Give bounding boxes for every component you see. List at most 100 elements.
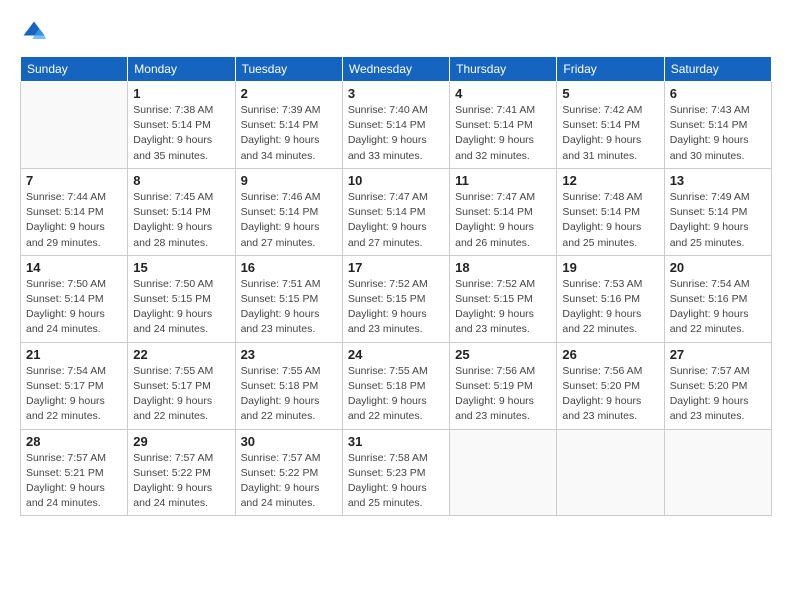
day-cell-13: 13 Sunrise: 7:49 AMSunset: 5:14 PMDayligh… — [664, 168, 771, 255]
day-number: 9 — [241, 173, 337, 188]
day-info: Sunrise: 7:57 AMSunset: 5:22 PMDaylight:… — [133, 451, 229, 512]
empty-cell — [557, 429, 664, 516]
day-number: 5 — [562, 86, 658, 101]
day-info: Sunrise: 7:42 AMSunset: 5:14 PMDaylight:… — [562, 103, 658, 164]
day-info: Sunrise: 7:56 AMSunset: 5:20 PMDaylight:… — [562, 364, 658, 425]
day-number: 27 — [670, 347, 766, 362]
day-cell-15: 15Sunrise: 7:50 AMSunset: 5:15 PMDayligh… — [128, 255, 235, 342]
header — [20, 18, 772, 46]
day-cell-18: 18Sunrise: 7:52 AMSunset: 5:15 PMDayligh… — [450, 255, 557, 342]
day-number: 8 — [133, 173, 229, 188]
day-number: 28 — [26, 434, 122, 449]
day-info: Sunrise: 7:57 AMSunset: 5:20 PMDaylight:… — [670, 364, 766, 425]
day-cell-25: 25 Sunrise: 7:56 AMSunset: 5:19 PMDayligh… — [450, 342, 557, 429]
day-number: 13 — [670, 173, 766, 188]
day-number: 26 — [562, 347, 658, 362]
day-number: 6 — [670, 86, 766, 101]
day-number: 1 — [133, 86, 229, 101]
weekday-header-thursday: Thursday — [450, 57, 557, 82]
day-info: Sunrise: 7:58 AMSunset: 5:23 PMDaylight:… — [348, 451, 444, 512]
day-info: Sunrise: 7:46 AMSunset: 5:14 PMDaylight:… — [241, 190, 337, 251]
day-info: Sunrise: 7:56 AMSunset: 5:19 PMDaylight:… — [455, 364, 551, 425]
day-number: 11 — [455, 173, 551, 188]
day-cell-29: 29Sunrise: 7:57 AMSunset: 5:22 PMDayligh… — [128, 429, 235, 516]
day-number: 2 — [241, 86, 337, 101]
weekday-header-wednesday: Wednesday — [342, 57, 449, 82]
day-info: Sunrise: 7:54 AMSunset: 5:17 PMDaylight:… — [26, 364, 122, 425]
day-cell-27: 27 Sunrise: 7:57 AMSunset: 5:20 PMDayligh… — [664, 342, 771, 429]
day-number: 31 — [348, 434, 444, 449]
weekday-header-tuesday: Tuesday — [235, 57, 342, 82]
day-info: Sunrise: 7:52 AMSunset: 5:15 PMDaylight:… — [455, 277, 551, 338]
day-number: 21 — [26, 347, 122, 362]
day-info: Sunrise: 7:51 AMSunset: 5:15 PMDaylight:… — [241, 277, 337, 338]
day-number: 12 — [562, 173, 658, 188]
day-number: 15 — [133, 260, 229, 275]
day-cell-28: 28 Sunrise: 7:57 AMSunset: 5:21 PMDayligh… — [21, 429, 128, 516]
day-number: 7 — [26, 173, 122, 188]
day-cell-16: 16 Sunrise: 7:51 AMSunset: 5:15 PMDayligh… — [235, 255, 342, 342]
day-info: Sunrise: 7:49 AMSunset: 5:14 PMDaylight:… — [670, 190, 766, 251]
day-cell-3: 3 Sunrise: 7:40 AMSunset: 5:14 PMDaylight… — [342, 82, 449, 169]
day-cell-1: 1 Sunrise: 7:38 AMSunset: 5:14 PMDaylight… — [128, 82, 235, 169]
day-cell-26: 26 Sunrise: 7:56 AMSunset: 5:20 PMDayligh… — [557, 342, 664, 429]
day-info: Sunrise: 7:48 AMSunset: 5:14 PMDaylight:… — [562, 190, 658, 251]
day-info: Sunrise: 7:40 AMSunset: 5:14 PMDaylight:… — [348, 103, 444, 164]
day-cell-20: 20 Sunrise: 7:54 AMSunset: 5:16 PMDayligh… — [664, 255, 771, 342]
weekday-header-friday: Friday — [557, 57, 664, 82]
empty-cell — [664, 429, 771, 516]
day-info: Sunrise: 7:39 AMSunset: 5:14 PMDaylight:… — [241, 103, 337, 164]
logo — [20, 18, 52, 46]
day-info: Sunrise: 7:41 AMSunset: 5:14 PMDaylight:… — [455, 103, 551, 164]
day-info: Sunrise: 7:54 AMSunset: 5:16 PMDaylight:… — [670, 277, 766, 338]
day-number: 20 — [670, 260, 766, 275]
weekday-header-monday: Monday — [128, 57, 235, 82]
empty-cell — [21, 82, 128, 169]
day-cell-12: 12 Sunrise: 7:48 AMSunset: 5:14 PMDayligh… — [557, 168, 664, 255]
day-cell-2: 2 Sunrise: 7:39 AMSunset: 5:14 PMDaylight… — [235, 82, 342, 169]
day-cell-17: 17 Sunrise: 7:52 AMSunset: 5:15 PMDayligh… — [342, 255, 449, 342]
day-number: 22 — [133, 347, 229, 362]
day-info: Sunrise: 7:55 AMSunset: 5:17 PMDaylight:… — [133, 364, 229, 425]
day-cell-30: 30Sunrise: 7:57 AMSunset: 5:22 PMDayligh… — [235, 429, 342, 516]
day-info: Sunrise: 7:47 AMSunset: 5:14 PMDaylight:… — [348, 190, 444, 251]
day-cell-19: 19 Sunrise: 7:53 AMSunset: 5:16 PMDayligh… — [557, 255, 664, 342]
day-number: 10 — [348, 173, 444, 188]
day-info: Sunrise: 7:53 AMSunset: 5:16 PMDaylight:… — [562, 277, 658, 338]
day-number: 25 — [455, 347, 551, 362]
day-info: Sunrise: 7:47 AMSunset: 5:14 PMDaylight:… — [455, 190, 551, 251]
day-cell-22: 22 Sunrise: 7:55 AMSunset: 5:17 PMDayligh… — [128, 342, 235, 429]
day-info: Sunrise: 7:50 AMSunset: 5:14 PMDaylight:… — [26, 277, 122, 338]
day-cell-23: 23 Sunrise: 7:55 AMSunset: 5:18 PMDayligh… — [235, 342, 342, 429]
day-cell-10: 10 Sunrise: 7:47 AMSunset: 5:14 PMDayligh… — [342, 168, 449, 255]
day-info: Sunrise: 7:57 AMSunset: 5:21 PMDaylight:… — [26, 451, 122, 512]
weekday-header-row: SundayMondayTuesdayWednesdayThursdayFrid… — [21, 57, 772, 82]
week-row-5: 28 Sunrise: 7:57 AMSunset: 5:21 PMDayligh… — [21, 429, 772, 516]
day-cell-4: 4 Sunrise: 7:41 AMSunset: 5:14 PMDaylight… — [450, 82, 557, 169]
day-info: Sunrise: 7:55 AMSunset: 5:18 PMDaylight:… — [241, 364, 337, 425]
day-number: 17 — [348, 260, 444, 275]
day-number: 3 — [348, 86, 444, 101]
day-info: Sunrise: 7:38 AMSunset: 5:14 PMDaylight:… — [133, 103, 229, 164]
day-number: 24 — [348, 347, 444, 362]
day-info: Sunrise: 7:52 AMSunset: 5:15 PMDaylight:… — [348, 277, 444, 338]
logo-icon — [20, 18, 48, 46]
week-row-3: 14Sunrise: 7:50 AMSunset: 5:14 PMDayligh… — [21, 255, 772, 342]
day-cell-21: 21 Sunrise: 7:54 AMSunset: 5:17 PMDayligh… — [21, 342, 128, 429]
day-cell-14: 14Sunrise: 7:50 AMSunset: 5:14 PMDayligh… — [21, 255, 128, 342]
day-cell-9: 9 Sunrise: 7:46 AMSunset: 5:14 PMDaylight… — [235, 168, 342, 255]
calendar-table: SundayMondayTuesdayWednesdayThursdayFrid… — [20, 56, 772, 516]
day-number: 4 — [455, 86, 551, 101]
day-number: 16 — [241, 260, 337, 275]
day-number: 19 — [562, 260, 658, 275]
weekday-header-sunday: Sunday — [21, 57, 128, 82]
day-info: Sunrise: 7:57 AMSunset: 5:22 PMDaylight:… — [241, 451, 337, 512]
day-cell-11: 11 Sunrise: 7:47 AMSunset: 5:14 PMDayligh… — [450, 168, 557, 255]
week-row-1: 1 Sunrise: 7:38 AMSunset: 5:14 PMDaylight… — [21, 82, 772, 169]
day-info: Sunrise: 7:55 AMSunset: 5:18 PMDaylight:… — [348, 364, 444, 425]
day-cell-7: 7 Sunrise: 7:44 AMSunset: 5:14 PMDaylight… — [21, 168, 128, 255]
weekday-header-saturday: Saturday — [664, 57, 771, 82]
day-info: Sunrise: 7:43 AMSunset: 5:14 PMDaylight:… — [670, 103, 766, 164]
day-info: Sunrise: 7:44 AMSunset: 5:14 PMDaylight:… — [26, 190, 122, 251]
day-number: 23 — [241, 347, 337, 362]
